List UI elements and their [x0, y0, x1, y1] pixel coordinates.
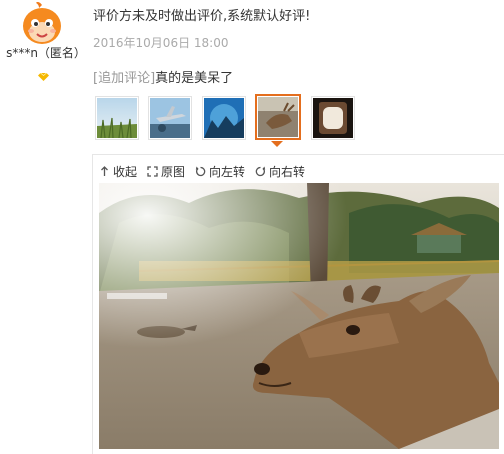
thumb-blue-sky-tree[interactable] [202, 96, 246, 140]
collapse-button[interactable]: 收起 [99, 163, 137, 180]
rotate-right-icon [255, 166, 266, 176]
followup-tag: [追加评论] [93, 71, 156, 86]
review-text: 评价方未及时做出评价,系统默认好评! [93, 9, 311, 24]
thumb-grass-sky[interactable] [95, 96, 139, 140]
original-image-button[interactable]: 原图 [147, 163, 185, 180]
arrow-up-icon [101, 165, 108, 176]
orange-mascot-avatar-icon [19, 1, 65, 48]
rotate-right-button[interactable]: 向右转 [255, 163, 305, 180]
thumb-airplane[interactable] [148, 96, 192, 140]
review-date: 2016年10月06日 18:00 [93, 36, 229, 50]
active-thumb-pointer [271, 141, 283, 147]
original-image-label: 原图 [161, 164, 186, 179]
avatar[interactable] [19, 1, 65, 48]
collapse-label: 收起 [113, 164, 138, 179]
thumb-deer[interactable] [255, 94, 301, 140]
viewer-toolbar: 收起 原图 向左转 向右转 [99, 161, 315, 181]
rotate-left-button[interactable]: 向左转 [195, 163, 245, 180]
expand-icon [147, 165, 158, 177]
diamond-level-icon [38, 66, 49, 81]
thumb-window[interactable] [311, 96, 355, 140]
deer-photo[interactable] [99, 183, 499, 449]
rotate-left-label: 向左转 [209, 164, 246, 179]
followup-text: 真的是美呆了 [155, 71, 234, 86]
username[interactable]: s***n（匿名） [0, 44, 92, 61]
rotate-left-icon [195, 166, 206, 176]
rotate-right-label: 向右转 [269, 164, 306, 179]
image-viewer: 收起 原图 向左转 向右转 [92, 154, 504, 454]
followup-review: [追加评论]真的是美呆了 [93, 67, 233, 86]
